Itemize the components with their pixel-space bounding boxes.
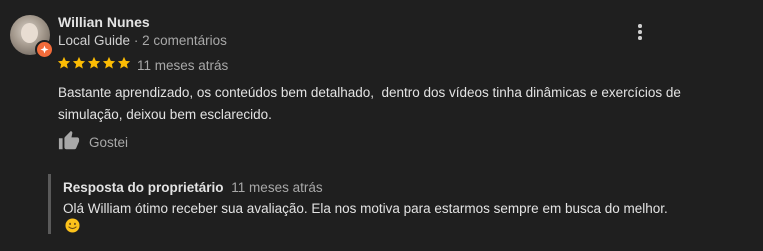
review-text: Bastante aprendizado, os conteúdos bem d… — [58, 85, 685, 122]
reply-text: Olá William ótimo receber sua avaliação.… — [63, 201, 668, 216]
star-icon — [87, 56, 101, 69]
reply-header: Resposta do proprietário 11 meses atrás — [63, 180, 323, 195]
owner-reply: Resposta do proprietário 11 meses atrás … — [48, 174, 711, 234]
avatar[interactable] — [10, 15, 54, 59]
avatar-face — [21, 23, 38, 43]
reviewer-name[interactable]: Willian Nunes — [58, 14, 150, 30]
comment-count[interactable]: 2 comentários — [142, 33, 227, 48]
star-icon — [117, 56, 131, 69]
reply-author: Resposta do proprietário — [63, 180, 224, 195]
star-icon — [102, 56, 116, 69]
smiling-face-emoji — [65, 218, 80, 233]
like-label: Gostei — [89, 135, 129, 150]
like-button[interactable]: Gostei — [58, 130, 128, 152]
star-rating — [57, 56, 131, 70]
star-icon — [57, 56, 71, 69]
star-icon — [72, 56, 86, 69]
review-time: 11 meses atrás — [137, 58, 229, 73]
local-guide-badge-icon — [35, 40, 54, 59]
reply-time: 11 meses atrás — [231, 180, 323, 195]
meta-separator: · — [130, 33, 143, 48]
reviewer-meta: Local Guide · 2 comentários — [58, 33, 227, 48]
thumb-up-icon — [58, 130, 80, 150]
more-vert-icon[interactable] — [630, 22, 650, 42]
local-guide-label: Local Guide — [58, 33, 131, 48]
